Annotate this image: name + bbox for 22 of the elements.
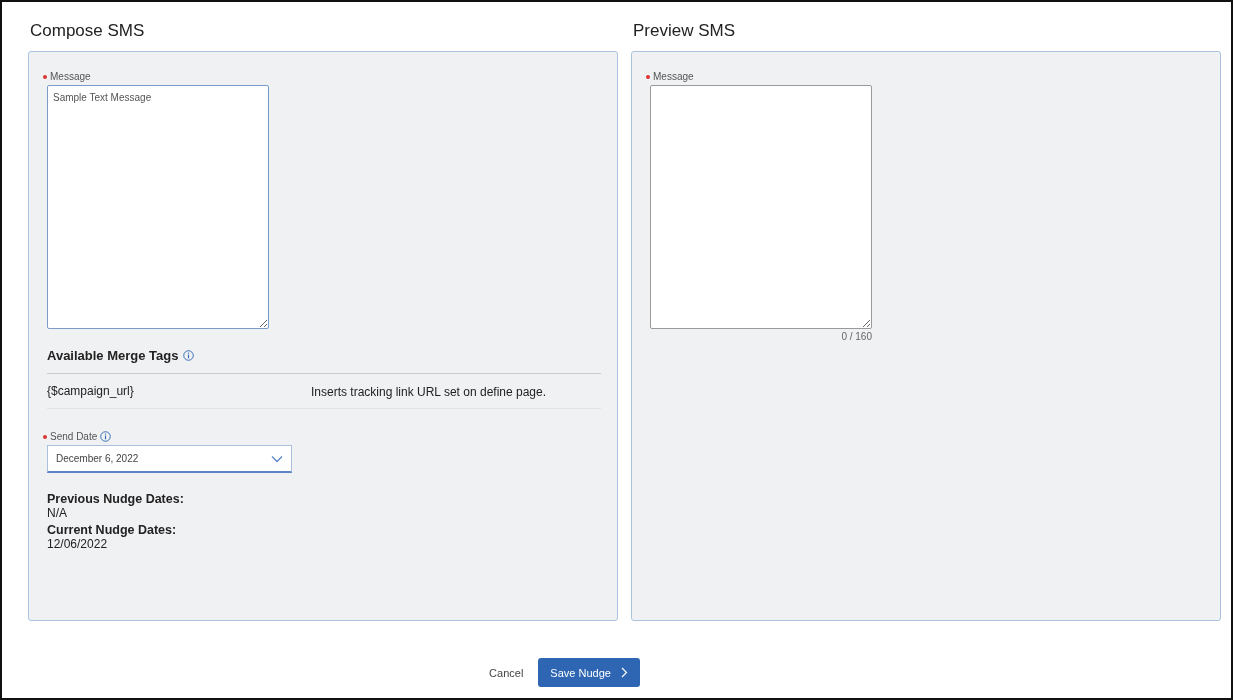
info-value: N/A <box>47 506 68 520</box>
cancel-button[interactable]: Cancel <box>489 666 524 679</box>
info-label: Previous Nudge Dates: <box>47 492 185 506</box>
chevron-right-icon <box>620 667 628 678</box>
merge-tag-description: Inserts tracking link URL set on define page. <box>311 384 547 400</box>
character-counter: 0 / 160 <box>840 331 872 342</box>
message-field[interactable]: Sample Text Message <box>47 85 269 329</box>
section-heading: Available Merge Tags <box>47 348 179 363</box>
field-label: Message <box>50 71 91 82</box>
date-dropdown[interactable]: December 6, 2022 <box>47 445 292 473</box>
info-label: Current Nudge Dates: <box>47 523 178 537</box>
section-title: Preview SMS <box>633 21 737 41</box>
info-value: 12/06/2022 <box>47 537 109 551</box>
chevron-down-icon <box>271 454 283 463</box>
info-icon[interactable] <box>100 431 112 442</box>
info-icon[interactable] <box>182 350 194 361</box>
field-label: Message <box>653 71 694 82</box>
section-title: Compose SMS <box>30 21 146 41</box>
merge-tag: {$campaign_url} <box>47 384 311 400</box>
message-field[interactable] <box>650 85 872 329</box>
save-button[interactable]: Save Nudge <box>538 658 640 687</box>
field-label: Send Date <box>50 431 98 442</box>
